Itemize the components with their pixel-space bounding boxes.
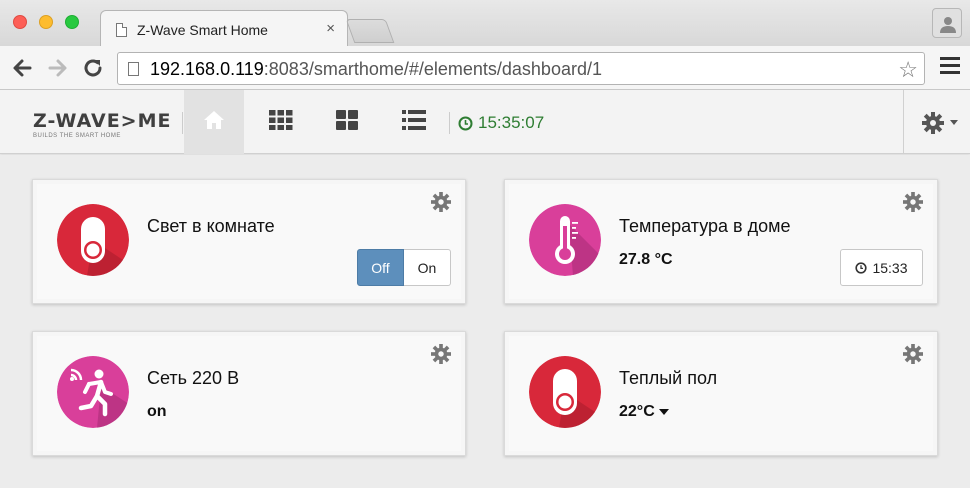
nav-dashboard-tiles[interactable] (317, 90, 377, 154)
nav-list-view[interactable] (383, 90, 443, 154)
card-settings-button[interactable] (431, 192, 451, 217)
arrow-right-icon (48, 59, 67, 77)
tab-close-icon[interactable]: × (326, 20, 335, 37)
new-tab-button[interactable] (345, 19, 395, 43)
browser-window: Z-Wave Smart Home × 192.168.0.119:8083/s… (0, 0, 970, 488)
url-text: 192.168.0.119:8083/smarthome/#/elements/… (150, 59, 602, 80)
forward-button[interactable] (46, 56, 70, 80)
on-off-toggle[interactable]: Off On (357, 249, 451, 286)
card-body: Свет в комнате Off On (37, 184, 461, 299)
card-settings-button[interactable] (903, 192, 923, 217)
gear-icon (431, 344, 451, 364)
switch-icon (57, 204, 129, 276)
card-settings-button[interactable] (431, 344, 451, 369)
card-title: Сеть 220 В (147, 368, 240, 388)
profile-button[interactable] (932, 8, 962, 38)
browser-tab[interactable]: Z-Wave Smart Home × (100, 10, 348, 47)
card-body: Сеть 220 В on (37, 336, 461, 451)
update-time-button[interactable]: 15:33 (840, 249, 923, 286)
browser-toolbar: 192.168.0.119:8083/smarthome/#/elements/… (0, 46, 970, 90)
clock-icon (458, 116, 473, 130)
tab-title: Z-Wave Smart Home (137, 22, 268, 38)
widget-card: Сеть 220 В on (32, 331, 466, 456)
thermostat-value-dropdown[interactable]: 22°C (619, 403, 669, 421)
widget-card: Свет в комнате Off On (32, 179, 466, 304)
switch-icon (529, 356, 601, 428)
home-icon (204, 111, 224, 129)
motion-sensor-icon (57, 356, 129, 428)
tiles-icon (336, 110, 358, 130)
address-bar[interactable]: 192.168.0.119:8083/smarthome/#/elements/… (117, 52, 925, 85)
caret-down-icon (658, 408, 669, 415)
bookmark-star-icon[interactable]: ☆ (898, 57, 918, 83)
card-settings-button[interactable] (903, 344, 923, 369)
off-button[interactable]: Off (357, 249, 404, 286)
clock-time: 15:35:07 (478, 113, 545, 132)
dashboard: Свет в комнате Off On Температура в доме… (0, 155, 970, 488)
title-bar: Z-Wave Smart Home × (0, 0, 970, 47)
on-button[interactable]: On (404, 249, 451, 286)
widget-card: Теплый пол 22°C (504, 331, 938, 456)
arrow-left-icon (13, 59, 32, 77)
app-navbar: Z-WAVE>ME BUILDS THE SMART HOME 15:35:07 (0, 90, 970, 154)
temperature-value: 27.8 °C (619, 251, 673, 268)
card-title: Свет в комнате (147, 216, 275, 236)
divider (182, 112, 183, 134)
nav-elements-grid[interactable] (250, 90, 310, 154)
maximize-window-button[interactable] (65, 15, 79, 29)
back-button[interactable] (10, 56, 34, 80)
user-icon (940, 17, 956, 33)
page-icon (116, 23, 127, 37)
card-title: Температура в доме (619, 216, 791, 236)
minimize-window-button[interactable] (39, 15, 53, 29)
card-body: Температура в доме 27.8 °C 15:33 (509, 184, 933, 299)
chevron-down-icon (950, 120, 958, 125)
browser-menu-button[interactable] (940, 57, 960, 77)
list-icon (402, 110, 426, 130)
thermostat-value: 22°C (619, 403, 655, 420)
nav-home[interactable] (184, 90, 244, 154)
gear-icon (922, 112, 944, 134)
update-time: 15:33 (872, 259, 908, 276)
brand-name: Z-WAVE>ME (33, 110, 172, 132)
card-body: Теплый пол 22°C (509, 336, 933, 451)
clock: 15:35:07 (458, 113, 544, 133)
brand-tagline: BUILDS THE SMART HOME (33, 133, 121, 139)
widget-card: Температура в доме 27.8 °C 15:33 (504, 179, 938, 304)
brand-logo[interactable]: Z-WAVE>ME BUILDS THE SMART HOME (33, 110, 171, 139)
divider (449, 112, 450, 134)
reload-button[interactable] (81, 56, 105, 80)
url-host: 192.168.0.119 (150, 59, 264, 79)
gear-icon (903, 192, 923, 212)
gear-icon (431, 192, 451, 212)
clock-icon (855, 261, 868, 274)
page-icon (128, 62, 139, 76)
settings-menu-button[interactable] (903, 90, 970, 154)
reload-icon (84, 59, 102, 77)
gear-icon (903, 344, 923, 364)
grid-icon (269, 110, 293, 130)
card-title: Теплый пол (619, 368, 718, 388)
sensor-value: on (147, 403, 167, 420)
close-window-button[interactable] (13, 15, 27, 29)
url-path: :8083/smarthome/#/elements/dashboard/1 (263, 59, 602, 79)
thermometer-icon (529, 204, 601, 276)
